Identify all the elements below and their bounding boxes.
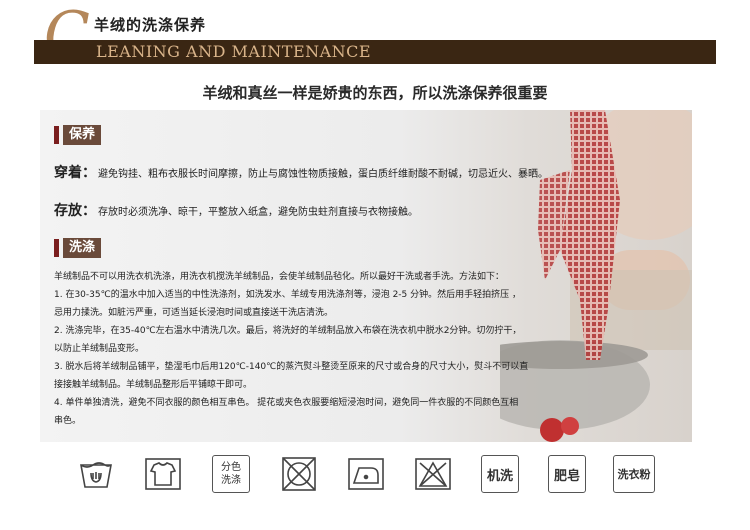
banner-title-en: LEANING AND MAINTENANCE [96, 42, 372, 61]
washing-header: 洗涤 [54, 238, 102, 258]
section-bar [54, 239, 59, 257]
wash-line: 3. 脱水后将羊绒制品铺平，垫湿毛巾后用120℃-140℃的蒸汽熨斗整烫至原来的… [54, 362, 529, 372]
wash-line: 4. 单件单独清洗，避免不同衣服的颜色相互串色。 提花或夹色衣服要缩短浸泡时间，… [54, 398, 519, 408]
icon-text: 机洗 [486, 468, 513, 484]
store-row: 存放： 存放时必须洗净、晾干，平整放入纸盒，避免防虫蛀剂直接与衣物接触。 [54, 200, 418, 220]
hand-wash-icon [77, 455, 115, 493]
wash-line: 接接触羊绒制品。羊绒制品整形后平铺晾干即可。 [54, 380, 253, 390]
maintenance-header: 保养 [54, 125, 102, 145]
no-detergent-icon: 洗衣粉 [613, 455, 655, 493]
icon-text: 分色 [221, 462, 241, 473]
wash-line: 以防止羊绒制品变形。 [54, 344, 145, 354]
store-label: 存放： [54, 203, 96, 219]
store-text: 存放时必须洗净、晾干，平整放入纸盒，避免防虫蛀剂直接与衣物接触。 [98, 207, 418, 218]
wear-row: 穿着： 避免钩挂、粗布衣服长时间摩擦，防止与腐蚀性物质接触，蛋白质纤维耐酸不耐碱，… [54, 162, 548, 182]
icon-text: 洗衣粉 [617, 468, 651, 481]
no-tumble-dry-icon [280, 455, 318, 493]
iron-icon [347, 455, 385, 493]
shirt-icon [144, 455, 182, 493]
wash-line: 1. 在30-35℃的温水中加入适当的中性洗涤剂，如洗发水、羊绒专用洗涤剂等，浸… [54, 290, 521, 300]
no-soap-icon: 肥皂 [548, 455, 586, 493]
content-panel: 保养 穿着： 避免钩挂、粗布衣服长时间摩擦，防止与腐蚀性物质接触，蛋白质纤维耐酸不… [40, 110, 692, 442]
wash-line: 羊绒制品不可以用洗衣机洗涤，用洗衣机搅洗羊绒制品，会使羊绒制品毡化。所以最好干洗… [54, 272, 505, 282]
wash-line: 串色。 [54, 416, 82, 426]
section-bar [54, 126, 59, 144]
subtitle: 羊绒和真丝一样是娇贵的东西，所以洗涤保养很重要 [202, 84, 548, 102]
washing-tag: 洗涤 [63, 238, 102, 258]
section-title: 羊绒的洗涤保养 [94, 16, 207, 34]
no-bleach-icon [414, 455, 452, 493]
maintenance-tag: 保养 [63, 125, 102, 145]
wear-text: 避免钩挂、粗布衣服长时间摩擦，防止与腐蚀性物质接触，蛋白质纤维耐酸不耐碱，切忌近… [98, 169, 548, 180]
icon-text: 肥皂 [553, 468, 580, 484]
wash-line: 2. 洗涤完毕，在35-40℃左右温水中清洗几次。最后，将洗好的羊绒制品放入布袋… [54, 326, 522, 336]
separate-colors-icon: 分色 洗涤 [212, 455, 250, 493]
no-machine-wash-icon: 机洗 [481, 455, 519, 493]
washing-text: 羊绒制品不可以用洗衣机洗涤，用洗衣机搅洗羊绒制品，会使羊绒制品毡化。所以最好干洗… [54, 268, 528, 430]
icon-text: 洗涤 [221, 475, 241, 486]
wash-line: 忌用力揉洗。如脏污严重，可适当延长浸泡时间或直接送干洗店清洗。 [54, 308, 334, 318]
wear-label: 穿着： [54, 165, 96, 181]
scarf-photo [500, 110, 692, 442]
